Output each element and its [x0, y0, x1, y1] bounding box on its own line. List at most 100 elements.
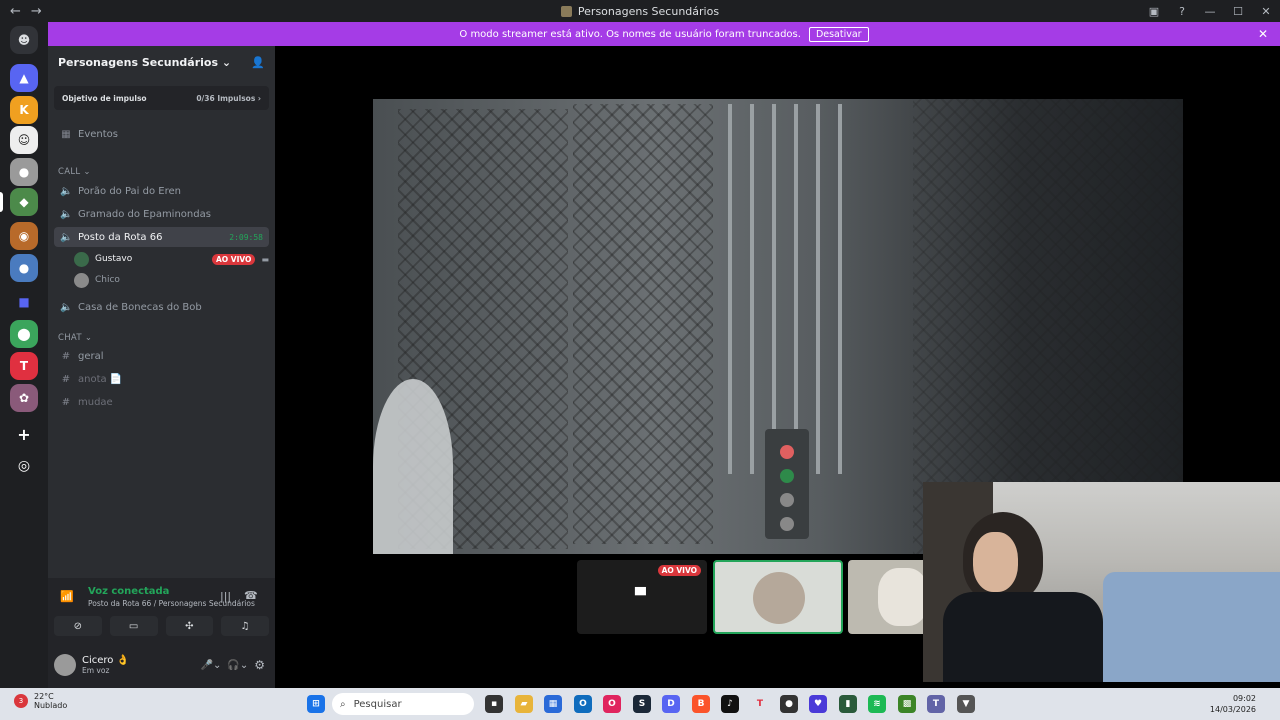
maximize-button[interactable]: ☐: [1224, 5, 1252, 18]
opera-gx-icon[interactable]: O: [603, 695, 621, 713]
app-icon[interactable]: ▮: [839, 695, 857, 713]
avatar: [753, 572, 805, 624]
steam-icon[interactable]: S: [633, 695, 651, 713]
person-face: [973, 532, 1018, 592]
soundboard-icon[interactable]: ♫: [221, 616, 269, 636]
signal-strength-icon[interactable]: 📶: [60, 590, 74, 603]
t-app-icon[interactable]: T: [751, 695, 769, 713]
voice-status: Voz conectada: [88, 586, 170, 597]
weather-alert-badge: 3: [14, 694, 28, 708]
activities-icon[interactable]: ✣: [165, 616, 214, 636]
settings-gear-icon[interactable]: ⚙: [254, 658, 269, 672]
app-icon[interactable]: ♥: [809, 695, 827, 713]
stream-icon: ▬: [261, 254, 269, 264]
server-icon[interactable]: ☺: [10, 126, 38, 154]
category-chat[interactable]: CHAT ⌄: [58, 333, 92, 343]
add-server-icon[interactable]: +: [10, 420, 38, 448]
server-icon[interactable]: ◉: [10, 222, 38, 250]
participant-tile-speaking[interactable]: [713, 560, 843, 634]
folder-icon[interactable]: ■: [10, 288, 38, 316]
voice-channel-item-active[interactable]: 🔈 Posto da Rota 66 2:09:58: [54, 227, 269, 247]
teams-icon[interactable]: T: [927, 695, 945, 713]
voice-channel-item[interactable]: 🔈 Porão do Pai do Eren: [54, 181, 269, 201]
disconnect-icon[interactable]: ☎: [244, 589, 258, 602]
tiktok-icon[interactable]: ♪: [721, 695, 739, 713]
events-label: Eventos: [78, 128, 118, 140]
invite-people-icon[interactable]: 👤: [251, 56, 265, 69]
window-title-text: Personagens Secundários: [577, 4, 720, 18]
taskbar-search[interactable]: ⌕ Pesquisar: [332, 693, 474, 715]
server-header[interactable]: Personagens Secundários ⌄ 👤: [48, 46, 275, 78]
speaker-icon: 🔈: [60, 231, 73, 243]
banner-close-icon[interactable]: ✕: [1258, 27, 1268, 41]
store-icon[interactable]: ▦: [544, 695, 562, 713]
events-item[interactable]: ▦ Eventos: [54, 124, 269, 144]
server-icon[interactable]: ✿: [10, 384, 38, 412]
minecraft-icon[interactable]: ▩: [898, 695, 916, 713]
discover-compass-icon[interactable]: ◎: [10, 452, 38, 480]
avatar[interactable]: [54, 654, 76, 676]
voice-user-item[interactable]: Gustavo AO VIVO ▬: [74, 249, 269, 269]
text-channel-item[interactable]: # mudae: [54, 392, 269, 412]
outlook-icon[interactable]: O: [574, 695, 592, 713]
screen-share-icon[interactable]: ▭: [109, 616, 158, 636]
server-icon[interactable]: T: [10, 352, 38, 380]
weather-widget[interactable]: 3 22°C Nublado: [14, 692, 67, 710]
server-icon[interactable]: K: [10, 96, 38, 124]
file-explorer-icon[interactable]: ▰: [515, 695, 533, 713]
speaker-icon: 🔈: [60, 301, 73, 313]
server-icon-active[interactable]: ◆: [10, 188, 38, 216]
user-name: Cicero 👌: [82, 655, 130, 666]
call-timer: 2:09:58: [229, 232, 263, 242]
app-icon[interactable]: ▼: [957, 695, 975, 713]
boost-goal[interactable]: Objetivo de impulso 0/36 Impulsos ›: [54, 86, 269, 110]
selected-server-indicator: [0, 192, 3, 212]
window-title: Personagens Secundários: [0, 5, 1280, 18]
voice-channel-item[interactable]: 🔈 Gramado do Epaminondas: [54, 204, 269, 224]
voice-channel-name: Porão do Pai do Eren: [78, 185, 181, 197]
close-button[interactable]: ✕: [1252, 5, 1280, 18]
help-icon[interactable]: ?: [1168, 5, 1196, 18]
weather-temp: 22°C: [34, 692, 54, 701]
live-badge: AO VIVO: [212, 253, 256, 265]
spotify-icon[interactable]: ≋: [868, 695, 886, 713]
red-light: [780, 445, 794, 459]
server-icon[interactable]: ●: [10, 158, 38, 186]
system-clock[interactable]: 09:02 14/03/2026: [1210, 693, 1256, 715]
hashtag-icon: #: [61, 350, 71, 362]
boost-label: Objetivo de impulso: [62, 93, 147, 103]
clock-time: 09:02: [1232, 694, 1256, 703]
speaker-icon: 🔈: [60, 185, 73, 197]
forward-arrow-icon[interactable]: →: [31, 4, 42, 19]
discord-home-icon[interactable]: ☻: [10, 26, 38, 54]
voice-channel-name: Gramado do Epaminondas: [78, 208, 211, 220]
app-icon[interactable]: ●: [780, 695, 798, 713]
category-call[interactable]: CALL ⌄: [58, 167, 91, 177]
disable-streamer-button[interactable]: Desativar: [808, 26, 869, 42]
voice-user-item[interactable]: Chico: [74, 270, 269, 290]
brave-icon[interactable]: B: [692, 695, 710, 713]
inbox-icon[interactable]: ▣: [1140, 5, 1168, 18]
microphone-icon[interactable]: 🎤⌄: [201, 660, 222, 671]
server-icon[interactable]: ●: [10, 254, 38, 282]
camera-off-icon[interactable]: ⊘: [54, 616, 102, 636]
windows-start-icon[interactable]: ⊞: [307, 695, 325, 713]
text-channel-item[interactable]: # anota 📄: [54, 369, 269, 389]
server-icon[interactable]: ⬤: [10, 320, 38, 348]
voice-user-name: Chico: [95, 275, 120, 285]
task-view-icon[interactable]: ▪: [485, 695, 503, 713]
voice-channel-item[interactable]: 🔈 Casa de Bonecas do Bob: [54, 297, 269, 317]
search-placeholder: Pesquisar: [353, 698, 402, 710]
windows-taskbar: 3 22°C Nublado ⊞ ⌕ Pesquisar ▪ ▰ ▦ O O S…: [0, 688, 1280, 720]
participant-tile[interactable]: [848, 560, 928, 634]
minimize-button[interactable]: —: [1196, 5, 1224, 18]
headphones-icon[interactable]: 🎧⌄: [227, 660, 248, 671]
back-arrow-icon[interactable]: ←: [10, 4, 21, 19]
discord-icon[interactable]: D: [662, 695, 680, 713]
server-icon[interactable]: ▲: [10, 64, 38, 92]
hashtag-icon: #: [61, 396, 71, 408]
stream-thumbnail[interactable]: AO VIVO ▀: [577, 560, 707, 634]
text-channel-item[interactable]: # geral: [54, 346, 269, 366]
voice-connection-panel: 📶 Voz conectada Posto da Rota 66 / Perso…: [48, 578, 275, 688]
noise-suppression-icon[interactable]: |||: [220, 590, 231, 603]
